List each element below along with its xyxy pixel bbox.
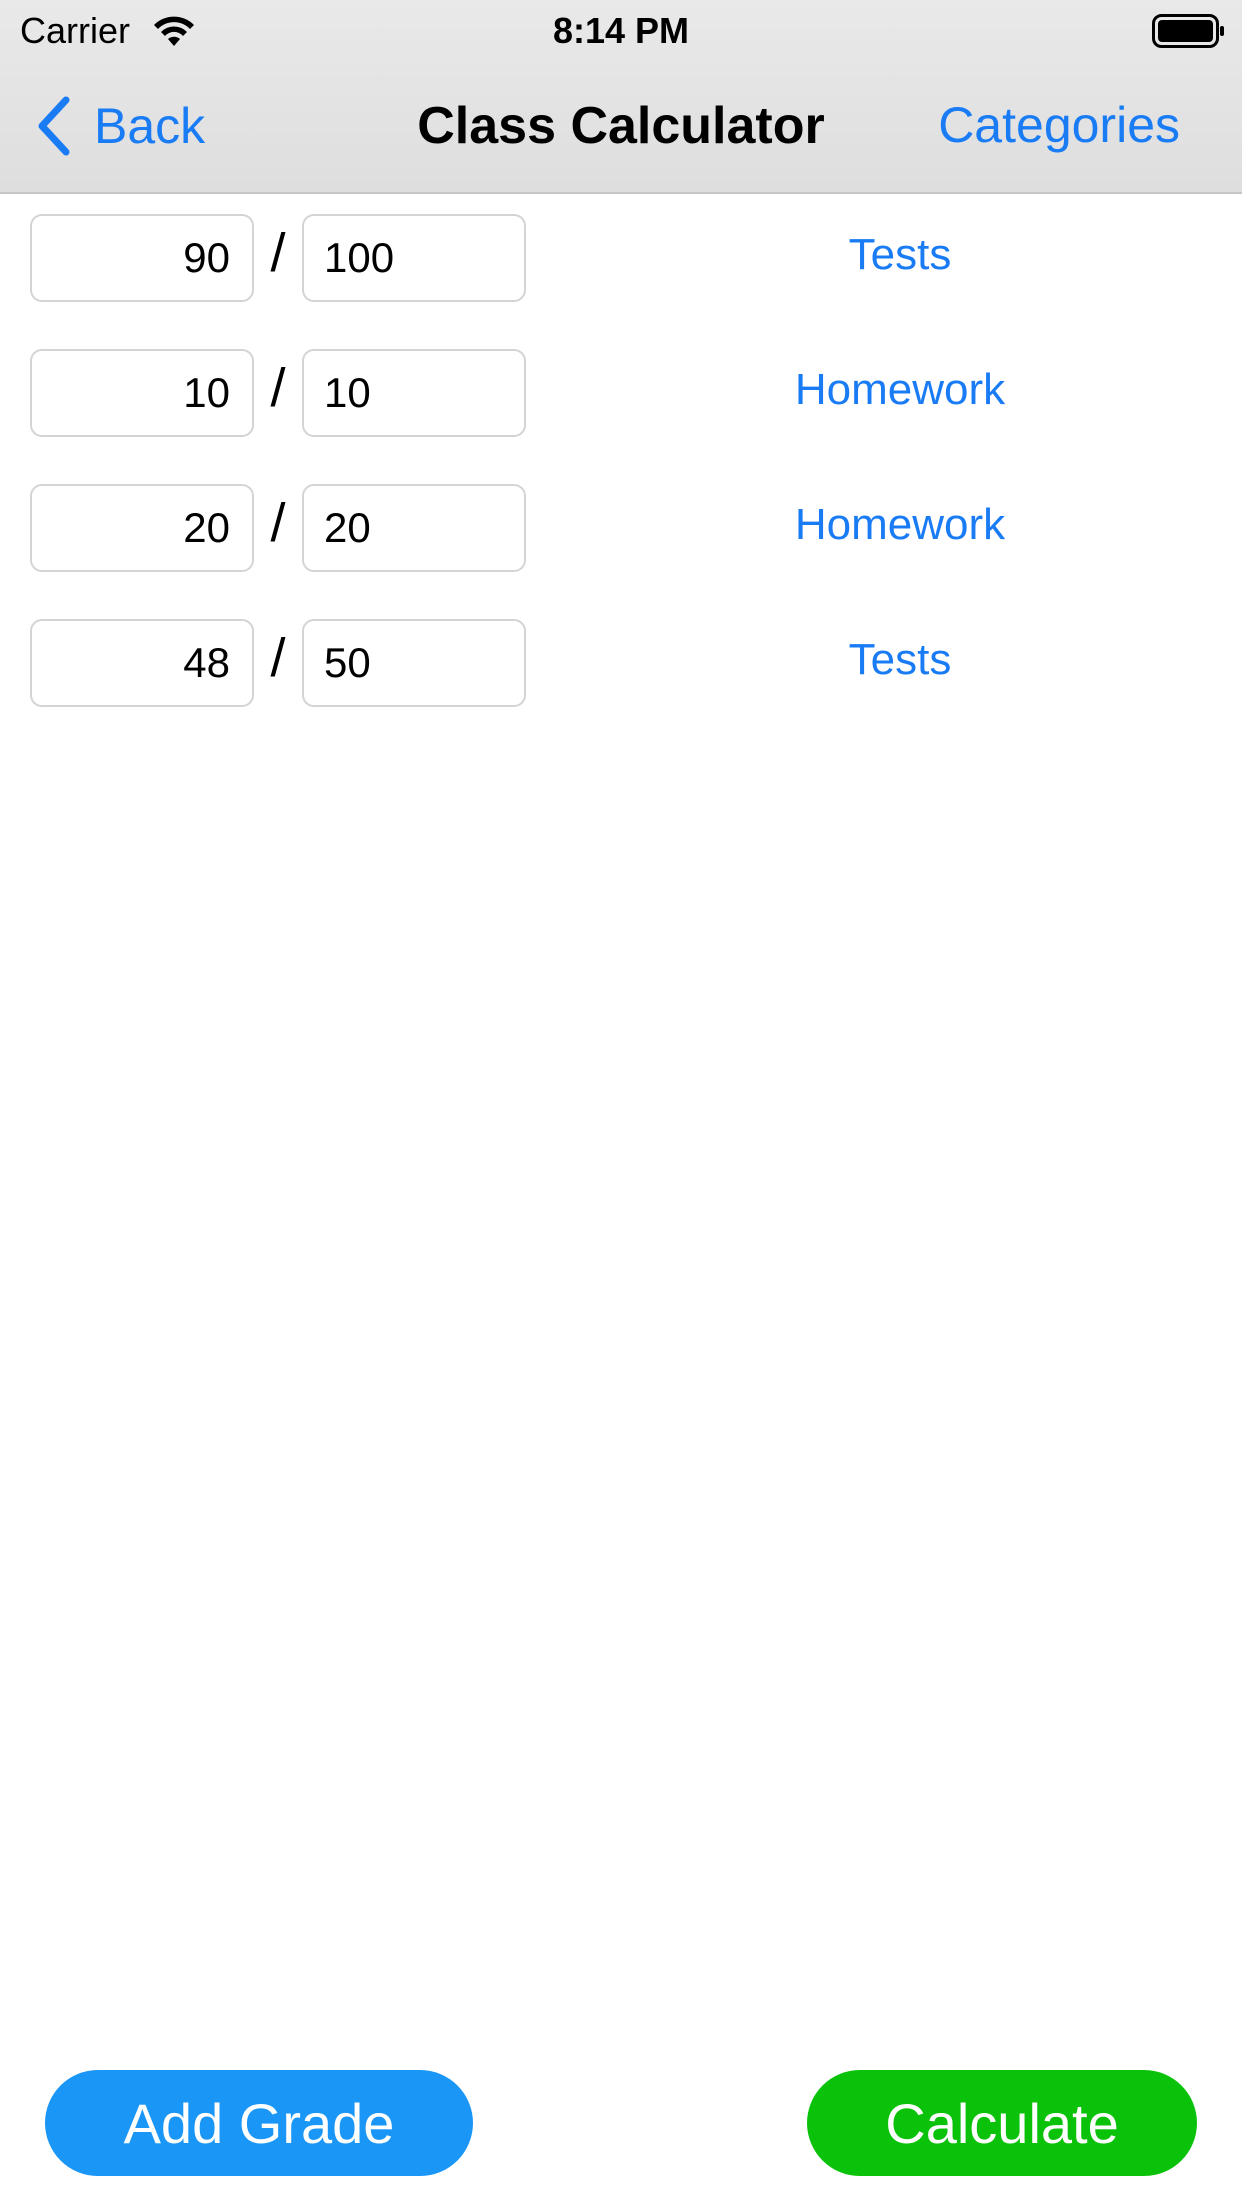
category-selector[interactable]: Tests (700, 230, 1100, 280)
fraction-separator: / (270, 493, 286, 553)
fraction-separator: / (270, 358, 286, 418)
grade-row: 20 / 20 Homework (0, 484, 1242, 576)
points-possible-field[interactable]: 50 (302, 619, 526, 707)
points-earned-field[interactable]: 10 (30, 349, 254, 437)
category-selector[interactable]: Homework (700, 500, 1100, 550)
fraction-separator: / (270, 628, 286, 688)
points-earned-field[interactable]: 90 (30, 214, 254, 302)
category-selector[interactable]: Tests (700, 635, 1100, 685)
fraction-separator: / (270, 223, 286, 283)
grade-row: 90 / 100 Tests (0, 214, 1242, 306)
points-possible-field[interactable]: 20 (302, 484, 526, 572)
add-grade-button[interactable]: Add Grade (45, 2070, 473, 2176)
points-possible-field[interactable]: 10 (302, 349, 526, 437)
battery-icon (1152, 14, 1224, 48)
categories-button[interactable]: Categories (938, 96, 1180, 154)
header: Carrier 8:14 PM Back Class Calculator Ca… (0, 0, 1242, 194)
grade-row: 48 / 50 Tests (0, 619, 1242, 711)
navigation-bar: Back Class Calculator Categories (0, 62, 1242, 192)
points-earned-field[interactable]: 48 (30, 619, 254, 707)
status-time: 8:14 PM (552, 10, 690, 51)
points-possible-field[interactable]: 100 (302, 214, 526, 302)
calculate-button[interactable]: Calculate (807, 2070, 1197, 2176)
points-earned-field[interactable]: 20 (30, 484, 254, 572)
status-bar: Carrier 8:14 PM (0, 0, 1242, 62)
grade-row: 10 / 10 Homework (0, 349, 1242, 441)
category-selector[interactable]: Homework (700, 365, 1100, 415)
